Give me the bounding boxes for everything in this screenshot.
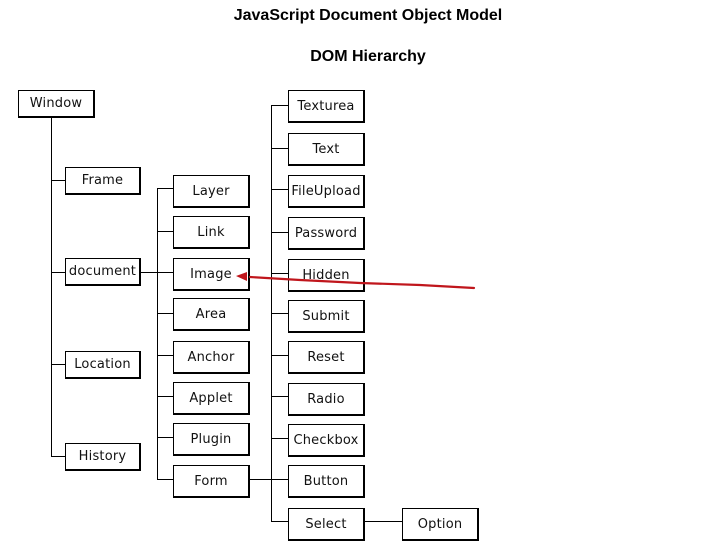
annotation-arrow-head bbox=[236, 272, 247, 281]
annotation-layer bbox=[236, 272, 476, 290]
annotation-arrow-line bbox=[248, 275, 476, 290]
